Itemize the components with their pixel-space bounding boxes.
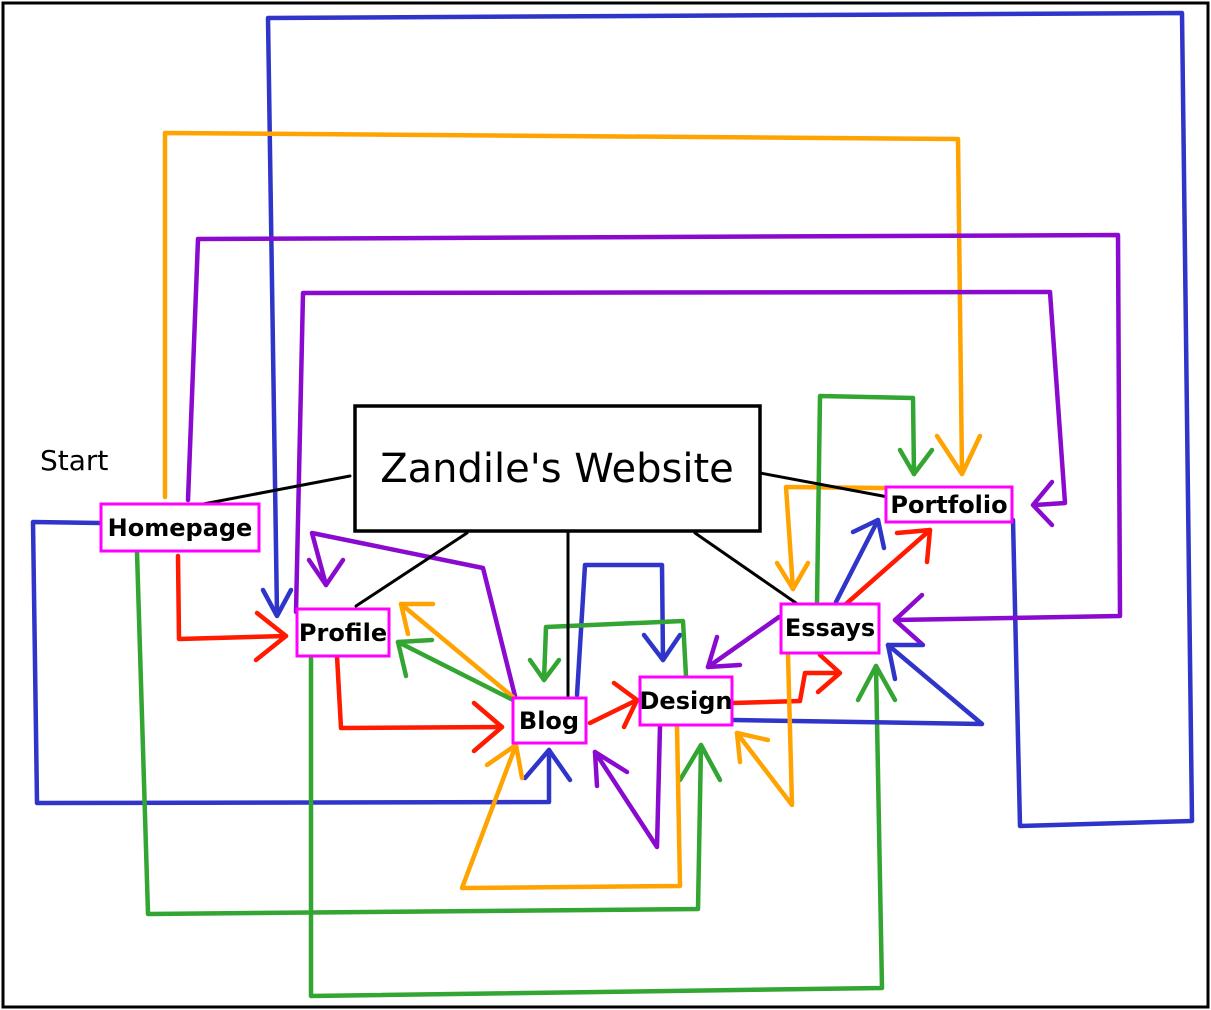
node-design: Design — [638, 675, 734, 727]
connector-title-portfolio — [758, 471, 890, 499]
node-portfolio: Portfolio — [884, 485, 1014, 524]
node-homepage: Homepage — [99, 502, 261, 553]
node-profile-label: Profile — [299, 619, 387, 647]
start-label: Start — [40, 444, 108, 477]
link-essays-to-portfolio-red — [843, 527, 933, 607]
link-essays-to-design-orange — [734, 652, 795, 808]
node-blog-label: Blog — [519, 707, 579, 735]
link-design-to-blog-orange — [459, 723, 683, 891]
link-profile-to-essays-green — [308, 655, 885, 999]
link-essays-to-design-purple — [705, 614, 782, 670]
node-homepage-label: Homepage — [108, 514, 253, 542]
arrowhead-portfolio-orange — [934, 433, 983, 477]
link-design-to-blog-purple — [592, 723, 663, 850]
node-essays-label: Essays — [785, 614, 875, 642]
link-homepage-to-design-green — [134, 549, 704, 917]
link-homepage-to-profile-red — [175, 553, 289, 642]
title-node: Zandile's Website — [353, 404, 762, 533]
title-text: Zandile's Website — [380, 446, 734, 492]
arrowhead-blog-purple — [592, 749, 630, 789]
link-design-to-essays-blue — [730, 642, 985, 727]
node-profile: Profile — [295, 607, 391, 658]
arrowhead-profile-purple — [306, 557, 346, 588]
node-design-label: Design — [640, 687, 733, 715]
node-blog: Blog — [511, 696, 588, 745]
node-portfolio-label: Portfolio — [890, 491, 1007, 519]
node-essays: Essays — [779, 602, 881, 655]
site-map-diagram: Zandile's Website Start Homepage Profile… — [1, 1, 1210, 1009]
